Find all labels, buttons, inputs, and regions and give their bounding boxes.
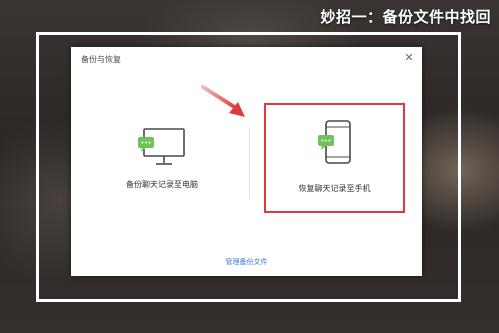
restore-to-phone-option[interactable]: 恢复聊天记录至手机 — [264, 103, 405, 213]
manage-backup-files-link[interactable]: 管理备份文件 — [71, 257, 422, 267]
dialog-titlebar: 备份与恢复 ✕ — [71, 47, 422, 71]
monitor-chat-icon — [138, 128, 185, 165]
backup-restore-dialog: 备份与恢复 ✕ 备份聊天记录至电脑 恢复聊天记录至手机 管理备份文件 — [71, 47, 422, 276]
backup-to-pc-option[interactable]: 备份聊天记录至电脑 — [97, 123, 227, 203]
phone-chat-icon — [318, 120, 351, 164]
page-headline: 妙招一：备份文件中找回 — [320, 8, 491, 26]
dialog-title: 备份与恢复 — [81, 55, 121, 64]
close-icon[interactable]: ✕ — [402, 51, 416, 65]
option-divider — [249, 129, 250, 199]
backup-to-pc-label: 备份聊天记录至电脑 — [126, 180, 198, 189]
restore-to-phone-label: 恢复聊天记录至手机 — [298, 184, 371, 193]
